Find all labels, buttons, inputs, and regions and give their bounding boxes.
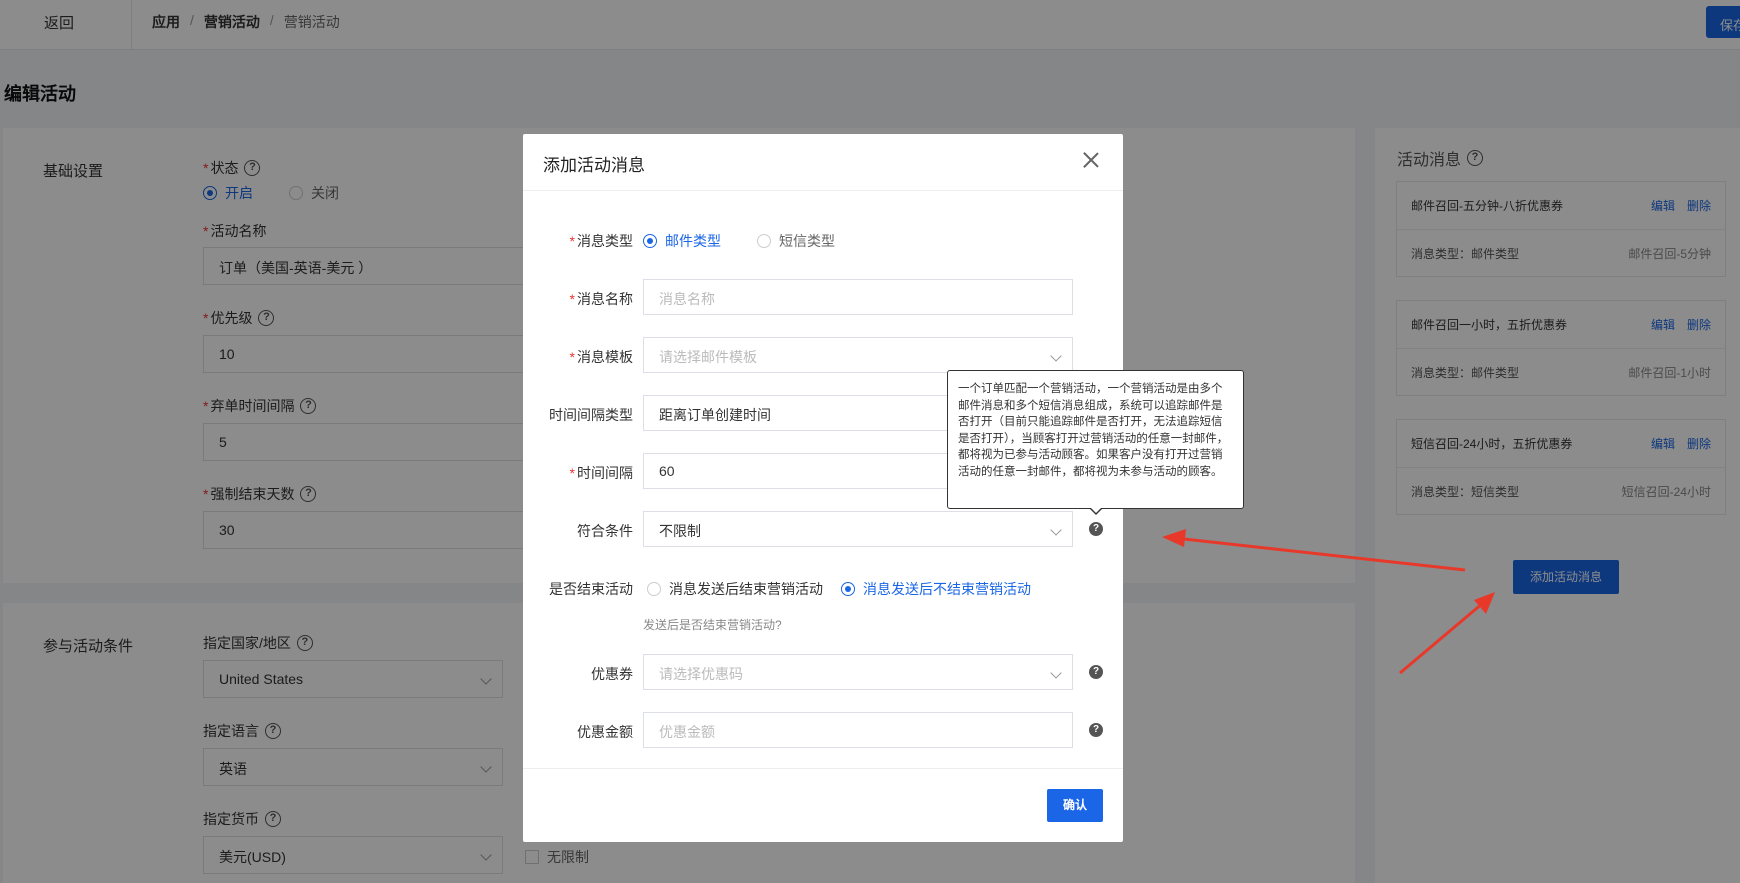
help-icon[interactable]: ? [1089, 723, 1103, 737]
interval-label: * 时间间隔 [569, 465, 633, 481]
coupon-select[interactable]: 请选择优惠码 [643, 654, 1073, 690]
condition-label: 符合条件 [577, 523, 633, 539]
msg-type-sms-radio[interactable] [757, 234, 771, 248]
msg-type-email-radio[interactable] [643, 234, 657, 248]
chevron-down-icon [1050, 524, 1062, 536]
msg-name-label: * 消息名称 [569, 291, 633, 307]
msg-template-label: * 消息模板 [569, 349, 633, 365]
end-after-send-label: 消息发送后结束营销活动 [669, 581, 823, 597]
coupon-label: 优惠券 [591, 666, 633, 682]
condition-select[interactable]: 不限制 [643, 511, 1073, 547]
end-activity-label: 是否结束活动 [549, 581, 633, 597]
end-activity-hint: 发送后是否结束营销活动? [643, 618, 782, 632]
tooltip-arrow-inner [1090, 507, 1102, 513]
msg-type-sms-label: 短信类型 [779, 233, 835, 249]
msg-template-select[interactable]: 请选择邮件模板 [643, 337, 1073, 373]
modal-header: 添加活动消息 [523, 134, 1123, 191]
confirm-button[interactable]: 确认 [1047, 789, 1103, 822]
discount-amount-label: 优惠金额 [577, 724, 633, 740]
chevron-down-icon [1050, 667, 1062, 679]
interval-type-label: 时间间隔类型 [549, 407, 633, 423]
help-icon[interactable]: ? [1089, 665, 1103, 679]
chevron-down-icon [1050, 350, 1062, 362]
help-tooltip: 一个订单匹配一个营销活动，一个营销活动是由多个邮件消息和多个短信消息组成，系统可… [947, 370, 1244, 509]
msg-type-email-label: 邮件类型 [665, 233, 721, 249]
interval-type-value: 距离订单创建时间 [659, 407, 771, 423]
not-end-after-send-label: 消息发送后不结束营销活动 [863, 581, 1031, 597]
help-icon[interactable]: ? [1089, 522, 1103, 536]
condition-value: 不限制 [659, 523, 701, 539]
close-icon[interactable] [1081, 150, 1101, 170]
msg-name-input[interactable]: 消息名称 [643, 279, 1073, 315]
coupon-placeholder: 请选择优惠码 [659, 666, 743, 682]
not-end-after-send-radio[interactable] [841, 582, 855, 596]
msg-type-radio-group: 邮件类型 短信类型 [643, 231, 835, 251]
modal-title: 添加活动消息 [543, 156, 645, 175]
end-after-send-radio[interactable] [647, 582, 661, 596]
end-activity-radio-group: 消息发送后结束营销活动 消息发送后不结束营销活动 [647, 579, 1031, 599]
modal-footer: 确认 [523, 768, 1123, 842]
msg-template-placeholder: 请选择邮件模板 [659, 349, 757, 365]
msg-type-label: * 消息类型 [569, 233, 633, 249]
discount-amount-input[interactable]: 优惠金额 [643, 712, 1073, 748]
